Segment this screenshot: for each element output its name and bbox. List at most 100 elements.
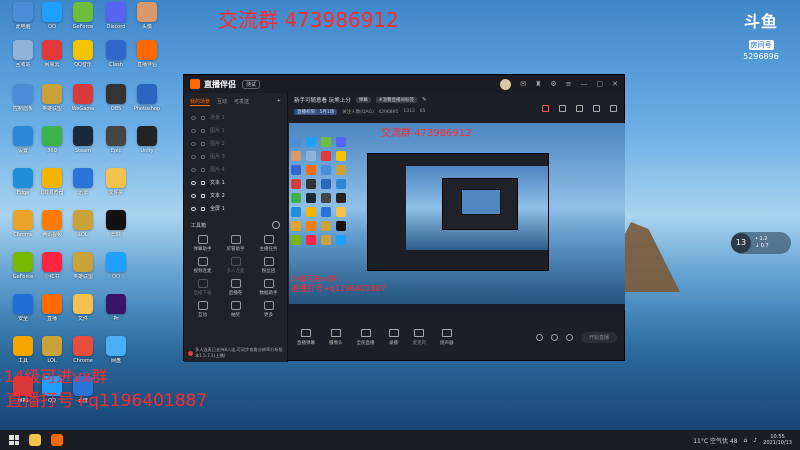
app-badge[interactable]: 测试 (242, 79, 261, 89)
tool-button[interactable]: 直播券 (219, 279, 252, 296)
layout-icon[interactable] (576, 105, 583, 112)
tab-sendable[interactable]: 可发送 (234, 98, 249, 106)
eye-toggle-icon[interactable] (550, 334, 558, 341)
desktop-icon[interactable]: Chrome (66, 336, 100, 364)
desktop-icon[interactable]: LOL (66, 210, 100, 238)
desktop-icon[interactable]: QQ音乐 (66, 40, 100, 68)
scene-item[interactable]: 文本 2 (184, 189, 287, 202)
desktop-icon[interactable]: 英雄联盟 (66, 252, 100, 280)
notice-bar[interactable]: 多人连麦已支持8人连,可同步查看分辨率分析版本1.5.7.1(上播) (188, 347, 286, 359)
eye-icon[interactable] (191, 206, 196, 211)
desktop-icon[interactable]: OBS (99, 84, 133, 112)
maximize-icon[interactable]: □ (597, 80, 604, 88)
eye-icon[interactable] (191, 167, 196, 172)
scene-item[interactable]: 全屏 1 (184, 202, 287, 215)
tool-button[interactable]: 数据助手 (252, 279, 285, 296)
lock-icon[interactable] (201, 128, 205, 133)
eye-icon[interactable] (191, 128, 196, 133)
settings-icon[interactable]: ⚙ (550, 80, 556, 88)
scene-item[interactable]: 图片 4 (184, 163, 287, 176)
scene-item[interactable]: 图片 3 (184, 150, 287, 163)
tray-weather[interactable]: 11°C 空气优 48 (693, 436, 737, 445)
desktop-icon[interactable]: Unity (130, 126, 164, 154)
desktop-icon[interactable]: 头像 (130, 2, 164, 30)
source-button[interactable]: 摄像头 (329, 329, 343, 346)
desktop-icon[interactable]: 360 (35, 126, 69, 154)
desktop-icon[interactable]: QQ (35, 2, 69, 30)
desktop-icon[interactable]: 直播 (35, 294, 69, 322)
scene-item[interactable]: 文本 1 (184, 176, 287, 189)
desktop-icon[interactable]: QQ浏览器 (35, 168, 69, 196)
stream-preview[interactable]: 交流群 473986912 14级可进vx群 直播打号+q1196401887 (289, 123, 625, 311)
toolbox-settings-icon[interactable] (272, 221, 280, 229)
tray-clock[interactable]: 10:55 2021/10/13 (763, 434, 792, 446)
avatar[interactable] (500, 78, 512, 90)
taskbar-explorer-icon[interactable] (29, 434, 41, 446)
camera-toggle-icon[interactable] (535, 334, 543, 341)
desktop-icon[interactable]: Discord (99, 2, 133, 30)
lock-icon[interactable] (201, 141, 205, 146)
desktop-icon[interactable]: 腾讯视频 (35, 210, 69, 238)
desktop-icon[interactable]: 小红书 (35, 252, 69, 280)
desktop-icon[interactable]: 剪映 (99, 210, 133, 238)
lock-icon[interactable] (201, 180, 205, 185)
desktop-icon[interactable]: 网盘 (99, 336, 133, 364)
gear-icon[interactable] (565, 334, 573, 341)
desktop-icon[interactable]: QQ (99, 252, 133, 280)
scene-item[interactable]: 图片 1 (184, 124, 287, 137)
tab-interact[interactable]: 互动 (217, 98, 227, 106)
lock-icon[interactable] (201, 206, 205, 211)
source-button[interactable]: 扬声器 (440, 329, 454, 346)
desktop-icon[interactable]: 文件 (66, 294, 100, 322)
scene-item[interactable]: 场景 1 (184, 111, 287, 124)
tool-button[interactable]: 互动 (186, 301, 219, 318)
lock-icon[interactable] (201, 154, 205, 159)
desktop-icon[interactable]: WeGame (66, 84, 100, 112)
source-button[interactable]: 录播 (388, 329, 399, 346)
tool-button[interactable]: 直播下载 (186, 279, 219, 296)
tool-button[interactable]: 更多 (252, 301, 285, 318)
desktop-icon[interactable]: Pr (99, 294, 133, 322)
eye-icon[interactable] (191, 154, 196, 159)
taskbar-live-icon[interactable] (51, 434, 63, 446)
mail-icon[interactable]: ✉ (520, 80, 526, 88)
record-icon[interactable] (542, 105, 549, 112)
desktop-icon[interactable]: Steam (66, 126, 100, 154)
windows-start-icon[interactable] (9, 435, 19, 445)
desktop-icon[interactable]: Epic (99, 126, 133, 154)
room-tag-2[interactable]: #温馨直播间标签 (375, 96, 418, 103)
shirt-icon[interactable]: ♜ (535, 80, 541, 88)
lock-icon[interactable] (201, 193, 205, 198)
room-title[interactable]: 新手可随意看 玩熊上分 (294, 96, 351, 104)
source-button[interactable]: 麦克风 (413, 329, 426, 346)
source-button[interactable]: 直播弹幕 (297, 329, 315, 346)
tray-network-icon[interactable]: ⌂ (744, 437, 748, 444)
edit-title-icon[interactable]: ✎ (422, 97, 427, 103)
start-live-button[interactable]: 开始直播 (580, 332, 617, 343)
share-icon[interactable] (610, 105, 617, 112)
lock-icon[interactable] (201, 167, 205, 172)
desktop-icon[interactable]: 文件夹 (99, 168, 133, 196)
desktop-icon[interactable]: 英雄联盟 (35, 84, 69, 112)
menu-icon[interactable]: ≡ (566, 80, 572, 88)
desktop-icon[interactable]: GeForce (66, 2, 100, 30)
desktop-icon[interactable]: Photoshop (130, 84, 164, 112)
tool-button[interactable]: 多人连麦 (219, 257, 252, 274)
scene-item[interactable]: 图片 2 (184, 137, 287, 150)
tool-button[interactable]: 弹幕助手 (186, 235, 219, 252)
lock-icon[interactable] (201, 115, 205, 120)
weather-widget[interactable]: 13 • 1.2 ↓ 0.7 (731, 232, 791, 254)
tool-button[interactable]: 房管助手 (219, 235, 252, 252)
close-icon[interactable]: ✕ (612, 80, 618, 88)
tool-button[interactable]: 粉丝团 (252, 257, 285, 274)
room-tag[interactable]: 弹幕 (355, 96, 371, 103)
eye-icon[interactable] (191, 193, 196, 198)
source-button[interactable]: 全民直播 (357, 329, 375, 346)
eye-icon[interactable] (191, 180, 196, 185)
add-scene-button[interactable]: + (277, 98, 281, 106)
desktop-icon[interactable]: 迅雷 (66, 168, 100, 196)
tool-button[interactable]: 主播任务 (252, 235, 285, 252)
bell-icon[interactable] (593, 105, 600, 112)
lock-icon[interactable] (559, 105, 566, 112)
tab-my-scenes[interactable]: 我的场景 (190, 98, 211, 106)
